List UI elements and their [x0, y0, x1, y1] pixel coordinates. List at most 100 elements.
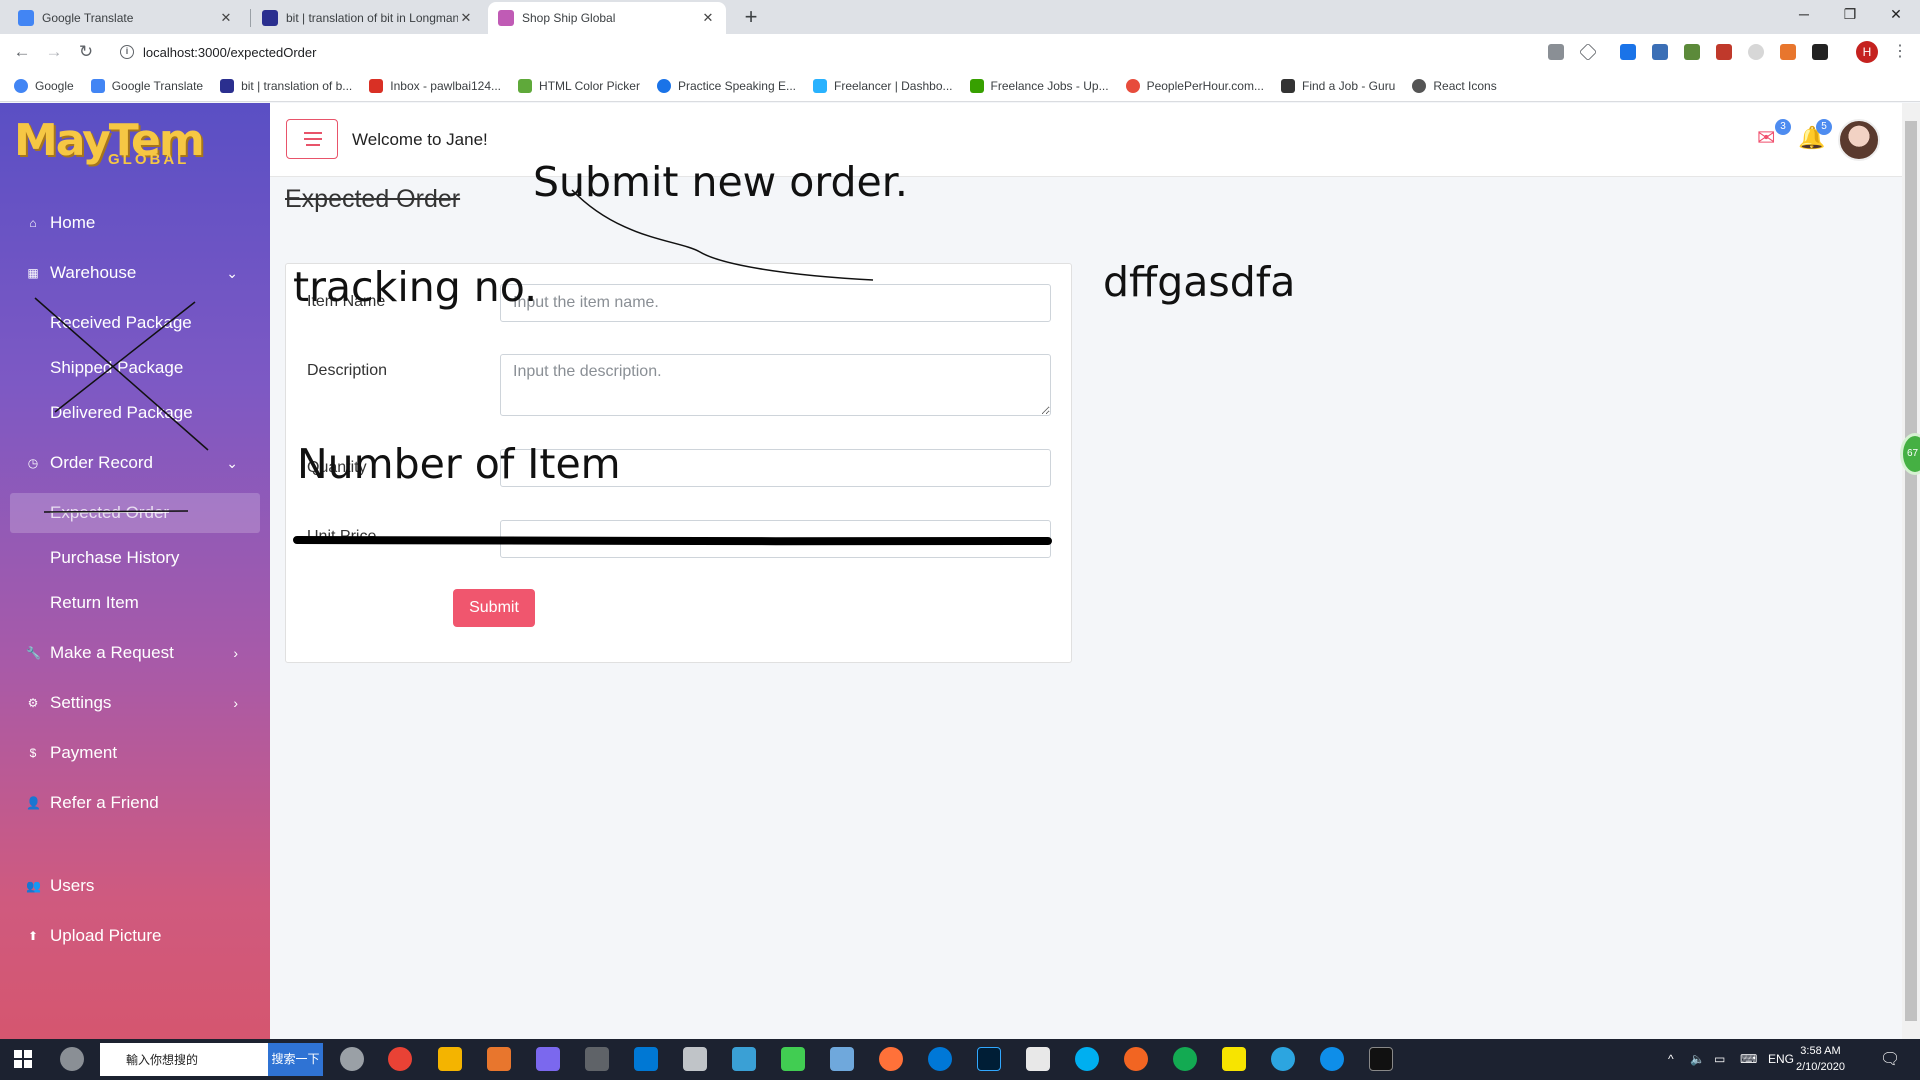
- sidebar-item-payment[interactable]: $ Payment: [10, 733, 260, 773]
- submit-button[interactable]: Submit: [453, 589, 535, 627]
- mail-icon[interactable]: ✉: [1757, 125, 1775, 151]
- terminal-icon[interactable]: [1369, 1047, 1393, 1071]
- bookmark[interactable]: Inbox - pawlbai124...: [369, 78, 501, 93]
- app-icon[interactable]: [340, 1047, 364, 1071]
- sidebar: MayTem GLOBAL ⌂ Home ▦ Warehouse ⌄ Recei…: [0, 103, 270, 1039]
- bookmark[interactable]: HTML Color Picker: [518, 78, 640, 93]
- menu-toggle-button[interactable]: [286, 119, 338, 159]
- taskbar-search-button[interactable]: 搜索一下: [268, 1043, 323, 1076]
- extension-icon[interactable]: [1684, 44, 1700, 60]
- page-scrollbar[interactable]: [1902, 103, 1920, 1039]
- more-menu-icon[interactable]: ⋮: [1888, 40, 1912, 64]
- sidebar-item-order-record[interactable]: ◷ Order Record ⌄: [10, 443, 260, 483]
- mail-app-icon[interactable]: [1026, 1047, 1050, 1071]
- vscode-icon[interactable]: [634, 1047, 658, 1071]
- sidebar-item-refer-a-friend[interactable]: 👤 Refer a Friend: [10, 783, 260, 823]
- extension-icon[interactable]: [1780, 44, 1796, 60]
- bookmark[interactable]: bit | translation of b...: [220, 78, 352, 93]
- profile-avatar[interactable]: H: [1856, 41, 1878, 63]
- sidebar-item-received-package[interactable]: Received Package: [10, 303, 260, 343]
- app-icon[interactable]: [1124, 1047, 1148, 1071]
- bookmark[interactable]: React Icons: [1412, 78, 1497, 93]
- bookmark[interactable]: Freelancer | Dashbo...: [813, 78, 953, 93]
- translate-icon[interactable]: [1548, 44, 1564, 60]
- keyboard-icon[interactable]: ⌨: [1740, 1039, 1757, 1080]
- scroll-thumb[interactable]: [1905, 121, 1917, 1021]
- close-icon[interactable]: ✕: [218, 10, 234, 26]
- network-icon[interactable]: ▭: [1714, 1039, 1725, 1080]
- app-icon[interactable]: [683, 1047, 707, 1071]
- skype-icon[interactable]: [1075, 1047, 1099, 1071]
- tab-google-translate[interactable]: Google Translate ✕: [8, 2, 244, 34]
- forward-button[interactable]: →: [42, 40, 66, 64]
- close-icon[interactable]: ✕: [458, 10, 474, 26]
- star-icon[interactable]: [1578, 42, 1598, 62]
- extension-icon[interactable]: [1716, 44, 1732, 60]
- file-explorer-icon[interactable]: [438, 1047, 462, 1071]
- tray-chevron-icon[interactable]: ^: [1668, 1039, 1674, 1080]
- extension-icon[interactable]: [1748, 44, 1764, 60]
- minimize-button[interactable]: ─: [1781, 0, 1827, 30]
- unit-price-input[interactable]: [500, 520, 1051, 558]
- extension-euro-icon[interactable]: [1620, 44, 1636, 60]
- extension-360-icon[interactable]: [1652, 44, 1668, 60]
- tab-longman[interactable]: bit | translation of bit in Longman ✕: [252, 2, 484, 34]
- home-icon: ⌂: [29, 216, 37, 230]
- volume-icon[interactable]: 🔈: [1690, 1039, 1705, 1080]
- action-center-icon[interactable]: 🗨: [1880, 1039, 1900, 1080]
- item-name-input[interactable]: [500, 284, 1051, 322]
- language-indicator[interactable]: ENG: [1768, 1039, 1794, 1080]
- firefox-icon[interactable]: [879, 1047, 903, 1071]
- app-icon[interactable]: [536, 1047, 560, 1071]
- info-icon[interactable]: i: [120, 45, 134, 59]
- url-bar[interactable]: i localhost:3000/expectedOrder: [110, 38, 1570, 66]
- bookmark[interactable]: PeoplePerHour.com...: [1125, 78, 1264, 93]
- sidebar-item-warehouse[interactable]: ▦ Warehouse ⌄: [10, 253, 260, 293]
- photoshop-icon[interactable]: [977, 1047, 1001, 1071]
- back-button[interactable]: ←: [10, 40, 34, 64]
- mongodb-icon[interactable]: [1173, 1047, 1197, 1071]
- new-tab-button[interactable]: +: [737, 3, 765, 31]
- sidebar-item-label: Refer a Friend: [50, 793, 159, 812]
- teamviewer-icon[interactable]: [1320, 1047, 1344, 1071]
- tab-shop-ship-global[interactable]: Shop Ship Global ✕: [488, 2, 726, 34]
- close-icon[interactable]: ✕: [700, 10, 716, 26]
- sidebar-item-home[interactable]: ⌂ Home: [10, 203, 260, 243]
- app-icon[interactable]: [585, 1047, 609, 1071]
- url-text[interactable]: localhost:3000/expectedOrder: [143, 45, 316, 60]
- bookmark[interactable]: Google Translate: [90, 78, 203, 93]
- sidebar-item-purchase-history[interactable]: Purchase History: [10, 538, 260, 578]
- restore-button[interactable]: ❐: [1827, 0, 1873, 30]
- avatar[interactable]: [1838, 119, 1880, 161]
- sidebar-item-shipped-package[interactable]: Shipped Package: [10, 348, 260, 388]
- description-input[interactable]: [500, 354, 1051, 416]
- sidebar-item-users[interactable]: 👥 Users: [10, 866, 260, 906]
- bookmark[interactable]: Freelance Jobs - Up...: [969, 78, 1109, 93]
- windows-start-icon[interactable]: [14, 1050, 32, 1068]
- sidebar-item-settings[interactable]: ⚙ Settings ›: [10, 683, 260, 723]
- sticky-notes-icon[interactable]: [1222, 1047, 1246, 1071]
- telegram-icon[interactable]: [1271, 1047, 1295, 1071]
- sidebar-item-return-item[interactable]: Return Item: [10, 583, 260, 623]
- sidebar-item-label: Expected Order: [50, 503, 170, 522]
- sidebar-item-make-a-request[interactable]: 🔧 Make a Request ›: [10, 633, 260, 673]
- bookmark[interactable]: Find a Job - Guru: [1280, 78, 1395, 93]
- sidebar-item-upload-picture[interactable]: ⬆ Upload Picture: [10, 916, 260, 956]
- extension-icon[interactable]: [1812, 44, 1828, 60]
- cortana-icon[interactable]: [60, 1047, 84, 1071]
- app-icon[interactable]: [732, 1047, 756, 1071]
- chrome-icon[interactable]: [388, 1047, 412, 1071]
- qt-icon[interactable]: [781, 1047, 805, 1071]
- window-close-button[interactable]: ✕: [1873, 0, 1919, 30]
- edge-icon[interactable]: [928, 1047, 952, 1071]
- globe-icon: [1412, 78, 1427, 93]
- bookmark[interactable]: Practice Speaking E...: [656, 78, 796, 93]
- app-icon[interactable]: [487, 1047, 511, 1071]
- hamburger-icon: [306, 144, 320, 146]
- app-icon[interactable]: [830, 1047, 854, 1071]
- sidebar-item-delivered-package[interactable]: Delivered Package: [10, 393, 260, 433]
- bookmark[interactable]: Google: [14, 78, 74, 93]
- reload-button[interactable]: ↻: [74, 40, 98, 64]
- sidebar-item-expected-order[interactable]: Expected Order: [10, 493, 260, 533]
- clock[interactable]: 3:58 AM 2/10/2020: [1796, 1043, 1845, 1075]
